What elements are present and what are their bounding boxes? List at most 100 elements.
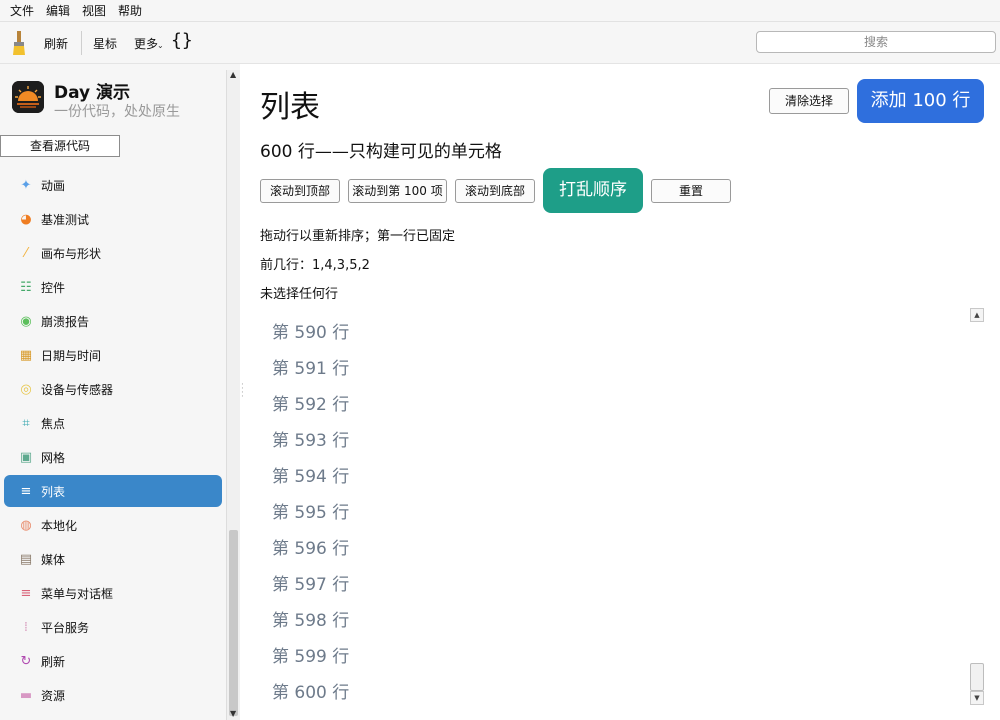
more-button[interactable]: 更多 [134,35,158,52]
calendar-icon: ▦ [19,347,33,363]
broadcast-icon: ◉ [20,313,32,329]
splitter-handle[interactable]: · · · · [241,381,244,402]
menu-item[interactable]: 帮助 [112,2,148,19]
globe-icon: ◍ [20,517,32,533]
sidebar-item-label: 媒体 [41,552,66,567]
sidebar-item-label: 设备与传感器 [41,382,114,397]
drag-hint: 拖动行以重新排序；第一行已固定 [260,229,456,244]
focus-icon: ⌗ [22,415,30,431]
sidebar-item[interactable]: ⌗ 焦点 [4,407,222,439]
list-icon: ≡ [20,483,32,499]
scrollbar-thumb[interactable] [229,530,238,716]
sidebar-item[interactable]: ≡ 菜单与对话框 [4,577,222,609]
braces-button[interactable]: {} [171,30,193,51]
menu-item[interactable]: 编辑 [40,2,76,19]
sidebar-item[interactable]: ⁞ 平台服务 [4,611,222,643]
list-item[interactable]: 第 599 行 [272,642,349,667]
sliders-icon: ☷ [20,279,32,295]
clear-selection-button[interactable]: 清除选择 [769,88,849,114]
scroll-down-icon[interactable]: ▼ [230,709,236,718]
list-item[interactable]: 第 597 行 [272,570,349,595]
dots-icon: ⁞ [23,619,29,635]
sidebar-item-label: 刷新 [41,654,66,669]
brush-icon: ⁄ [24,245,28,261]
app-title: Day 演示 [54,83,131,103]
app-logo-icon [12,81,44,113]
scroll-to-bottom-button[interactable]: 滚动到底部 [455,179,535,203]
sidebar-item[interactable]: ▣ 网格 [4,441,222,473]
sidebar-item-label: 本地化 [41,518,78,533]
sidebar: Day 演示 一份代码，处处原生 查看源代码 ✦ 动画 ◕ 基准测试 ⁄ 画布与形状 ☷ 控件… [0,64,240,720]
sidebar-item-label: 基准测试 [41,212,90,227]
sidebar-item[interactable]: ✦ 动画 [4,169,222,201]
sparkles-icon: ✦ [20,177,32,193]
sidebar-item-label: 列表 [41,484,66,499]
menubar: 文件 编辑 视图 帮助 [0,0,1000,22]
list-item[interactable]: 第 592 行 [272,390,349,415]
reset-button[interactable]: 重置 [651,179,731,203]
selection-status: 未选择任何行 [260,287,339,302]
sidebar-item-label: 焦点 [41,416,66,431]
sidebar-item[interactable]: ↻ 刷新 [4,645,222,677]
sidebar-item-label: 资源 [41,688,66,703]
refresh-button[interactable]: 刷新 [44,35,68,52]
scroll-to-100-button[interactable]: 滚动到第 100 项 [348,179,447,203]
scroll-up-icon[interactable]: ▲ [970,308,984,322]
sidebar-item-label: 崩溃报告 [41,314,90,329]
app-subtitle: 一份代码，处处原生 [54,104,180,120]
brush-icon[interactable] [10,30,28,56]
list-view[interactable]: 第 590 行第 591 行第 592 行第 593 行第 594 行第 595… [258,308,986,720]
sidebar-item-label: 平台服务 [41,620,90,635]
sidebar-nav: ✦ 动画 ◕ 基准测试 ⁄ 画布与形状 ☷ 控件 ◉ 崩溃报告 ▦ 日期与时间 ◎ 设备与传感器 ⌗ 焦点 ▣ 网… [0,150,226,720]
menu-icon: ≡ [20,585,32,601]
sidebar-item[interactable]: ▦ 日期与时间 [4,339,222,371]
sidebar-item-label: 动画 [41,178,66,193]
sidebar-item-label: 控件 [41,280,66,295]
toolbar-separator [81,31,82,55]
list-item[interactable]: 第 598 行 [272,606,349,631]
view-source-button[interactable]: 查看源代码 [0,135,120,157]
sidebar-item[interactable]: ☷ 控件 [4,271,222,303]
sidebar-item-label: 网格 [41,450,66,465]
first-rows-text: 前几行：1,4,3,5,2 [260,258,370,273]
list-item[interactable]: 第 593 行 [272,426,349,451]
sidebar-item-label: 日期与时间 [41,348,102,363]
scroll-down-icon[interactable]: ▼ [970,691,984,705]
sidebar-item[interactable]: ◎ 设备与传感器 [4,373,222,405]
sensor-icon: ◎ [20,381,32,397]
sidebar-item[interactable]: ⁄ 画布与形状 [4,237,222,269]
scrollbar-thumb[interactable] [970,663,984,691]
folder-icon: ▬ [19,687,33,703]
chevron-down-icon[interactable]: ⌄ [157,41,164,50]
list-item[interactable]: 第 596 行 [272,534,349,559]
list-item[interactable]: 第 590 行 [272,318,349,343]
list-subtitle: 600 行——只构建可见的单元格 [260,142,502,162]
list-item[interactable]: 第 591 行 [272,354,349,379]
sidebar-item-label: 画布与形状 [41,246,102,261]
search-input[interactable]: 搜索 [756,31,996,53]
sidebar-scrollbar[interactable]: ▲ ▼ [226,70,240,720]
scroll-up-icon[interactable]: ▲ [230,70,236,79]
list-item[interactable]: 第 600 行 [272,678,349,703]
gauge-icon: ◕ [20,211,32,227]
list-scrollbar[interactable]: ▲ ▼ [968,308,986,706]
sidebar-item[interactable]: ◉ 崩溃报告 [4,305,222,337]
scroll-to-top-button[interactable]: 滚动到顶部 [260,179,340,203]
shuffle-button[interactable]: 打乱顺序 [543,168,643,213]
refresh-icon: ↻ [20,653,32,669]
menu-item[interactable]: 视图 [76,2,112,19]
list-item[interactable]: 第 595 行 [272,498,349,523]
sidebar-item[interactable]: ▬ 资源 [4,679,222,711]
sidebar-item[interactable]: ▤ 媒体 [4,543,222,575]
toolbar: 刷新 星标 更多 ⌄ {} 搜索 [0,22,1000,64]
add-rows-button[interactable]: 添加 100 行 [857,79,984,123]
grid-icon: ▣ [19,449,33,465]
sidebar-item[interactable]: ≡ 列表 [4,475,222,507]
sidebar-item[interactable]: ◕ 基准测试 [4,203,222,235]
sidebar-item[interactable]: ◍ 本地化 [4,509,222,541]
star-button[interactable]: 星标 [93,35,117,52]
menu-item[interactable]: 文件 [4,2,40,19]
list-item[interactable]: 第 594 行 [272,462,349,487]
clapper-icon: ▤ [19,551,33,567]
page-title: 列表 [260,90,320,125]
